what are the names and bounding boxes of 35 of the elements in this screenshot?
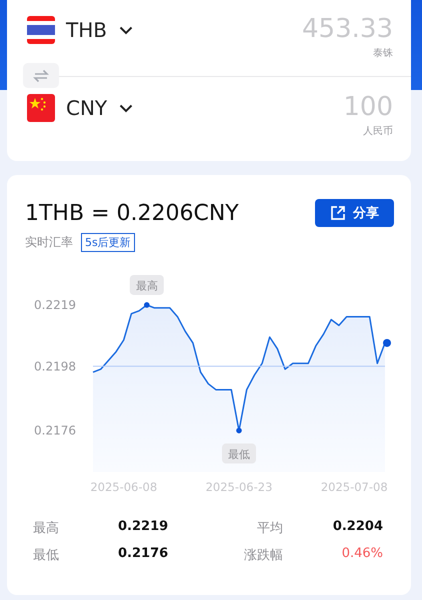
stat-label: 涨跌幅 — [243, 547, 283, 564]
annotation: 最低 — [228, 448, 250, 462]
share-button[interactable]: 分享 — [315, 199, 394, 227]
stat-value: 0.2204 — [332, 519, 383, 536]
extreme-point-marker — [236, 428, 242, 434]
stat-label: 平均 — [256, 520, 283, 537]
stat-value: 0.2176 — [118, 546, 170, 563]
axis-label: 0.2198 — [34, 359, 76, 374]
stat-label: 最高 — [33, 520, 60, 537]
stat-value: 0.46% — [340, 546, 383, 563]
axis-label: 2025-07-08 — [320, 480, 388, 494]
extreme-label: 最低 — [222, 444, 256, 464]
annotation: 最高 — [136, 279, 158, 292]
current-point-marker — [383, 338, 391, 347]
chevron-down-icon[interactable] — [118, 26, 133, 34]
extreme-label: 最高 — [130, 274, 164, 295]
axis-label: 0.2219 — [34, 298, 76, 312]
flag-icon — [27, 16, 55, 44]
share-icon — [330, 205, 346, 221]
flag-icon — [27, 94, 55, 122]
extreme-point-marker — [144, 302, 150, 308]
axis-label: 2025-06-23 — [206, 480, 272, 494]
axis-label: 2025-06-08 — [90, 480, 158, 494]
currency-code[interactable]: THB — [66, 18, 107, 42]
stat-label: 最低 — [33, 547, 60, 564]
stat-value: 0.2219 — [118, 519, 170, 536]
exchange-rate: 1THB = 0.2206CNY — [25, 200, 239, 226]
rate-caption: 实时汇率 — [25, 234, 73, 251]
currency-name: 人民币 — [363, 124, 393, 138]
chevron-down-icon[interactable] — [119, 104, 134, 112]
currency-code[interactable]: CNY — [66, 96, 108, 120]
refresh-badge: 5s后更新 — [81, 233, 135, 252]
swap-arrows-icon — [33, 68, 49, 82]
axis-label: 0.2176 — [34, 424, 76, 438]
currency-name: 泰铢 — [373, 47, 393, 60]
